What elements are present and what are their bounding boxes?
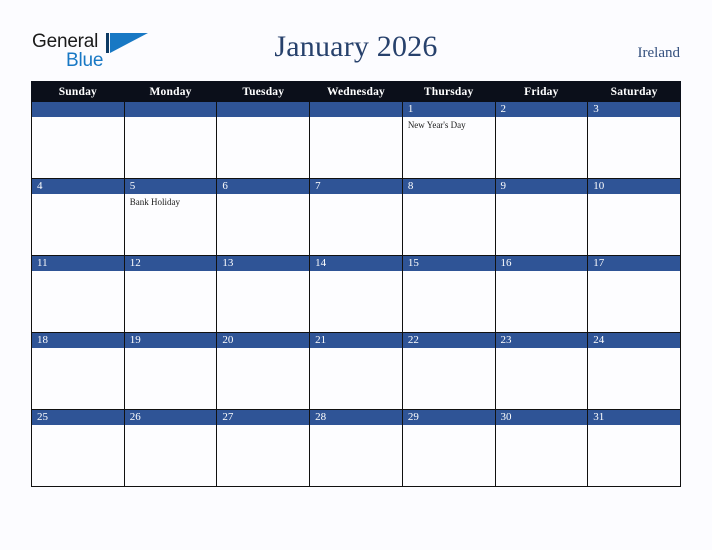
day-number: 1 (402, 102, 495, 117)
calendar-day-cell[interactable]: 31 (587, 409, 681, 487)
day-number: 27 (217, 410, 310, 425)
day-number: 4 (32, 179, 124, 194)
day-number (310, 102, 402, 117)
calendar-week-row: 25 26 27 28 29 30 31 (31, 409, 681, 487)
calendar-day-cell[interactable]: 8 (401, 178, 496, 256)
calendar-empty-cell[interactable] (216, 101, 311, 179)
calendar-day-cell[interactable]: 15 (401, 255, 496, 333)
calendar-day-cell[interactable]: 29 (401, 409, 496, 487)
day-number: 6 (217, 179, 310, 194)
day-number: 12 (124, 256, 217, 271)
day-number: 10 (588, 179, 680, 194)
calendar-day-cell[interactable]: 30 (494, 409, 589, 487)
calendar-day-cell[interactable]: 1 New Year's Day (401, 101, 496, 179)
calendar-day-cell[interactable]: 24 (587, 332, 681, 410)
day-number: 31 (588, 410, 680, 425)
day-number: 3 (588, 102, 680, 117)
calendar-day-cell[interactable]: 10 (587, 178, 681, 256)
calendar-grid: Sunday Monday Tuesday Wednesday Thursday… (31, 81, 681, 487)
weekday-header-saturday: Saturday (587, 81, 681, 102)
calendar-day-cell[interactable]: 6 (216, 178, 311, 256)
calendar-week-row: 18 19 20 21 22 23 24 (31, 332, 681, 410)
day-events: New Year's Day (403, 117, 495, 131)
day-number: 9 (495, 179, 588, 194)
event-label: New Year's Day (407, 120, 466, 130)
day-number: 8 (402, 179, 495, 194)
calendar-day-cell[interactable]: 23 (494, 332, 589, 410)
day-number: 29 (402, 410, 495, 425)
calendar-day-cell[interactable]: 20 (216, 332, 311, 410)
calendar-empty-cell[interactable] (123, 101, 218, 179)
calendar-day-cell[interactable]: 19 (123, 332, 218, 410)
calendar-day-cell[interactable]: 3 (587, 101, 681, 179)
day-number: 2 (495, 102, 588, 117)
calendar-empty-cell[interactable] (309, 101, 403, 179)
weekday-header-tuesday: Tuesday (216, 81, 311, 102)
weekday-header-row: Sunday Monday Tuesday Wednesday Thursday… (31, 81, 681, 102)
day-number: 18 (32, 333, 124, 348)
day-number: 14 (310, 256, 402, 271)
day-events: Bank Holiday (125, 194, 217, 208)
day-number: 24 (588, 333, 680, 348)
calendar-day-cell[interactable]: 16 (494, 255, 589, 333)
day-number: 11 (32, 256, 124, 271)
day-number: 25 (32, 410, 124, 425)
calendar-week-row: 1 New Year's Day 2 3 (31, 101, 681, 179)
country-label: Ireland (637, 45, 680, 61)
day-number: 13 (217, 256, 310, 271)
calendar-day-cell[interactable]: 28 (309, 409, 403, 487)
day-number: 26 (124, 410, 217, 425)
day-number (32, 102, 124, 117)
day-number: 7 (310, 179, 402, 194)
page-title: January 2026 (274, 30, 438, 63)
day-number: 28 (310, 410, 402, 425)
calendar-day-cell[interactable]: 21 (309, 332, 403, 410)
calendar-day-cell[interactable]: 2 (494, 101, 589, 179)
event-label: Bank Holiday (129, 197, 180, 207)
day-number (124, 102, 217, 117)
weekday-header-thursday: Thursday (401, 81, 496, 102)
day-number: 16 (495, 256, 588, 271)
weekday-header-friday: Friday (494, 81, 589, 102)
page-header: General Blue January 2026 Ireland (0, 0, 712, 80)
day-number (217, 102, 310, 117)
calendar-day-cell[interactable]: 26 (123, 409, 218, 487)
day-number: 5 (124, 179, 217, 194)
calendar-day-cell[interactable]: 27 (216, 409, 311, 487)
calendar-day-cell[interactable]: 18 (31, 332, 125, 410)
calendar-day-cell[interactable]: 9 (494, 178, 589, 256)
calendar-day-cell[interactable]: 25 (31, 409, 125, 487)
calendar-day-cell[interactable]: 13 (216, 255, 311, 333)
calendar-day-cell[interactable]: 7 (309, 178, 403, 256)
weekday-header-monday: Monday (123, 81, 218, 102)
day-number: 21 (310, 333, 402, 348)
calendar-day-cell[interactable]: 5 Bank Holiday (123, 178, 218, 256)
weekday-header-wednesday: Wednesday (309, 81, 403, 102)
day-number: 20 (217, 333, 310, 348)
day-number: 22 (402, 333, 495, 348)
calendar-day-cell[interactable]: 22 (401, 332, 496, 410)
calendar-body: 1 New Year's Day 2 3 4 5 Bank Holiday 6 7 8 9 10 11 1… (31, 101, 681, 487)
weekday-header-sunday: Sunday (31, 81, 125, 102)
calendar-day-cell[interactable]: 17 (587, 255, 681, 333)
day-number: 30 (495, 410, 588, 425)
day-number: 17 (588, 256, 680, 271)
calendar-day-cell[interactable]: 14 (309, 255, 403, 333)
calendar-day-cell[interactable]: 11 (31, 255, 125, 333)
day-number: 19 (124, 333, 217, 348)
calendar-week-row: 4 5 Bank Holiday 6 7 8 9 10 (31, 178, 681, 256)
calendar-day-cell[interactable]: 12 (123, 255, 218, 333)
day-number: 15 (402, 256, 495, 271)
calendar-day-cell[interactable]: 4 (31, 178, 125, 256)
day-number: 23 (495, 333, 588, 348)
calendar-empty-cell[interactable] (31, 101, 125, 179)
calendar-week-row: 11 12 13 14 15 16 17 (31, 255, 681, 333)
